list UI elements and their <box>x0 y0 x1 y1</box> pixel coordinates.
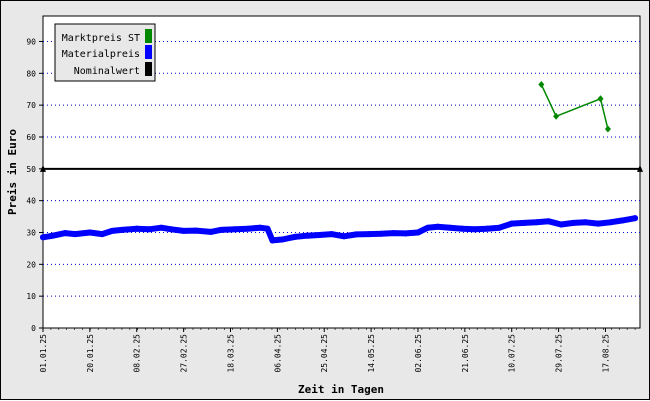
materialpreis-point <box>86 229 93 236</box>
materialpreis-point <box>558 221 565 228</box>
materialpreis-point <box>424 224 431 231</box>
y-tick-label: 50 <box>26 165 36 174</box>
materialpreis-point <box>595 220 602 227</box>
materialpreis-point <box>533 219 540 226</box>
y-axis-title: Preis in Euro <box>6 129 19 215</box>
materialpreis-point <box>414 229 421 236</box>
materialpreis-point <box>496 224 503 231</box>
materialpreis-point <box>447 224 454 231</box>
legend: Marktpreis ST Materialpreis Nominalwert <box>54 23 156 82</box>
x-tick-label: 27.02.25 <box>180 334 189 373</box>
materialpreis-point <box>316 232 323 239</box>
legend-swatch-nominalwert <box>145 62 152 76</box>
legend-label-nominalwert: Nominalwert <box>74 66 140 77</box>
x-tick-label: 10.07.25 <box>508 334 517 373</box>
y-tick-label: 70 <box>26 101 36 110</box>
materialpreis-point <box>146 226 153 233</box>
x-axis-ticks: 01.01.25 20.01.25 08.02.25 27.02.25 18.03.25… <box>39 328 636 373</box>
materialpreis-point <box>521 219 528 226</box>
materialpreis-point <box>402 230 409 237</box>
materialpreis-point <box>365 231 372 238</box>
y-tick-label: 80 <box>26 69 36 78</box>
materialpreis-point <box>303 232 310 239</box>
materialpreis-point <box>217 226 224 233</box>
materialpreis-point <box>619 217 626 224</box>
legend-swatch-materialpreis <box>145 45 152 59</box>
materialpreis-point <box>377 230 384 237</box>
materialpreis-point <box>353 231 360 238</box>
materialpreis-point <box>582 219 589 226</box>
y-tick-label: 10 <box>26 292 36 301</box>
materialpreis-point <box>434 223 441 230</box>
materialpreis-point <box>232 226 239 233</box>
materialpreis-point <box>207 228 214 235</box>
materialpreis-point <box>570 219 577 226</box>
materialpreis-point <box>158 224 165 231</box>
materialpreis-point <box>192 227 199 234</box>
legend-swatch-marktpreis <box>145 29 152 43</box>
materialpreis-point <box>72 231 79 238</box>
chart-frame: 0 10 20 30 40 50 60 70 80 90 01.01.25 20.01.25 08.0… <box>0 0 650 400</box>
materialpreis-point <box>340 233 347 240</box>
y-tick-label: 20 <box>26 260 36 269</box>
materialpreis-point <box>180 227 187 234</box>
x-tick-label: 14.05.25 <box>367 334 376 373</box>
y-tick-label: 0 <box>31 324 36 333</box>
y-tick-label: 60 <box>26 133 36 142</box>
x-tick-label: 02.06.25 <box>414 334 423 373</box>
y-axis-ticks: 0 10 20 30 40 50 60 70 80 90 <box>26 37 43 333</box>
materialpreis-point <box>264 225 271 232</box>
legend-label-materialpreis: Materialpreis <box>62 49 140 60</box>
legend-label-marktpreis: Marktpreis ST <box>62 33 140 44</box>
materialpreis-point <box>244 225 251 232</box>
materialpreis-point <box>118 226 125 233</box>
materialpreis-point <box>291 233 298 240</box>
x-tick-label: 29.07.25 <box>555 334 564 373</box>
materialpreis-point <box>390 230 397 237</box>
x-tick-label: 21.06.25 <box>461 334 470 373</box>
materialpreis-point <box>328 231 335 238</box>
x-tick-label: 01.01.25 <box>39 334 48 373</box>
materialpreis-point <box>62 230 69 237</box>
materialpreis-point <box>632 215 639 222</box>
x-tick-label: 06.04.25 <box>273 334 282 373</box>
materialpreis-point <box>49 232 56 239</box>
x-tick-label: 25.04.25 <box>320 334 329 373</box>
materialpreis-point <box>459 225 466 232</box>
materialpreis-point <box>269 237 276 244</box>
materialpreis-point <box>508 220 515 227</box>
materialpreis-point <box>168 226 175 233</box>
y-tick-label: 40 <box>26 197 36 206</box>
x-tick-label: 18.03.25 <box>226 334 235 373</box>
x-tick-label: 08.02.25 <box>133 334 142 373</box>
x-axis-title: Zeit in Tagen <box>298 383 384 396</box>
y-tick-label: 90 <box>26 37 36 46</box>
materialpreis-point <box>257 224 264 231</box>
materialpreis-point <box>99 231 106 238</box>
materialpreis-point <box>471 226 478 233</box>
materialpreis-point <box>133 225 140 232</box>
materialpreis-point <box>40 234 46 241</box>
materialpreis-point <box>484 225 491 232</box>
price-chart: 0 10 20 30 40 50 60 70 80 90 01.01.25 20.01.25 08.0… <box>6 15 643 396</box>
x-tick-label: 20.01.25 <box>86 334 95 373</box>
materialpreis-point <box>545 218 552 225</box>
materialpreis-point <box>607 219 614 226</box>
x-tick-label: 17.08.25 <box>601 334 610 373</box>
materialpreis-point <box>279 236 286 243</box>
materialpreis-point <box>109 227 116 234</box>
y-tick-label: 30 <box>26 228 36 237</box>
